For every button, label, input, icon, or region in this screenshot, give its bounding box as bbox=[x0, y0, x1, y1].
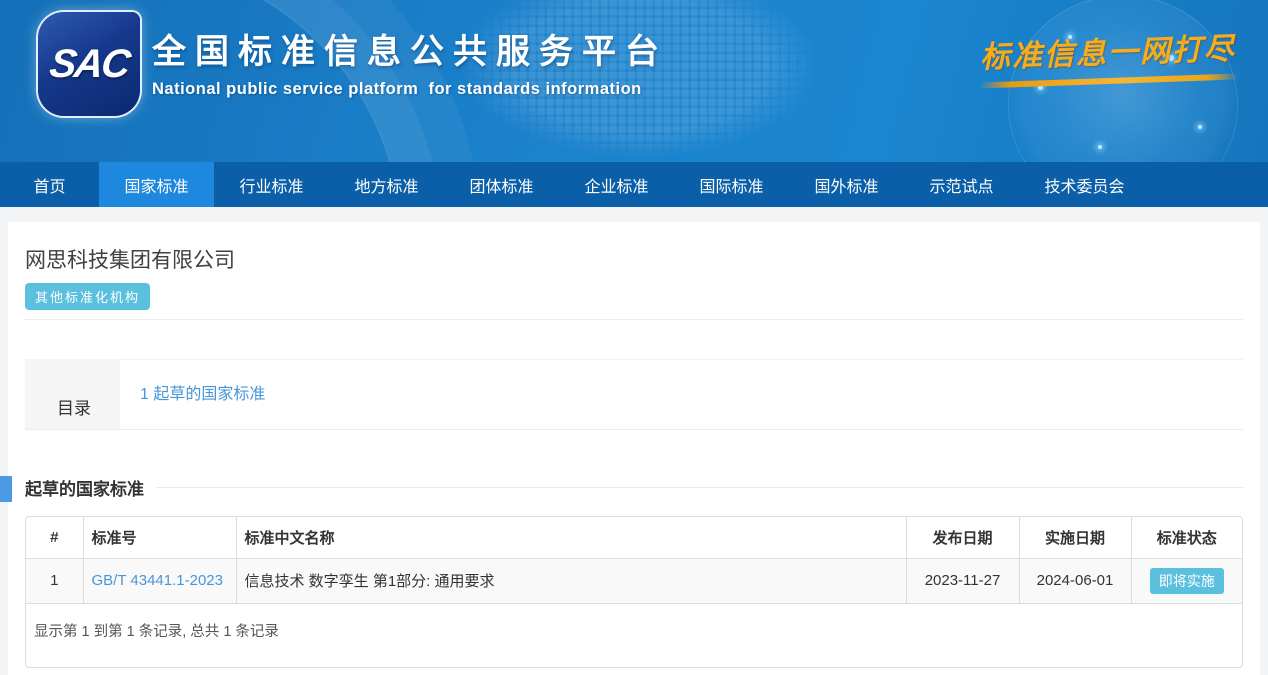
site-header: SAC 全国标准信息公共服务平台 National public service… bbox=[0, 0, 1268, 162]
cell-pub-date: 2023-11-27 bbox=[906, 558, 1019, 603]
col-header-impl-date: 实施日期 bbox=[1019, 517, 1131, 558]
nav-item-pilot-demo[interactable]: 示范试点 bbox=[904, 162, 1019, 207]
nav-item-home[interactable]: 首页 bbox=[0, 162, 99, 207]
section-title: 起草的国家标准 bbox=[25, 475, 144, 500]
col-header-index: # bbox=[26, 517, 83, 558]
cell-status: 即将实施 bbox=[1131, 558, 1242, 603]
org-name: 网思科技集团有限公司 bbox=[25, 244, 1243, 274]
std-no-link[interactable]: GB/T 43441.1-2023 bbox=[92, 572, 223, 589]
record-summary: 显示第 1 到第 1 条记录, 总共 1 条记录 bbox=[26, 604, 1242, 667]
nav-item-industry-standards[interactable]: 行业标准 bbox=[214, 162, 329, 207]
content-card: 网思科技集团有限公司 其他标准化机构 目录 1 起草的国家标准 起草的国家标准 bbox=[8, 222, 1260, 675]
toc-label: 目录 bbox=[25, 359, 120, 429]
nav-item-foreign-standards[interactable]: 国外标准 bbox=[789, 162, 904, 207]
cell-std-name: 信息技术 数字孪生 第1部分: 通用要求 bbox=[236, 558, 906, 603]
site-subtitle: National public service platform for sta… bbox=[152, 80, 668, 99]
col-header-name: 标准中文名称 bbox=[236, 517, 906, 558]
site-title-block: 全国标准信息公共服务平台 National public service pla… bbox=[152, 24, 668, 99]
nav-item-group-standards[interactable]: 团体标准 bbox=[444, 162, 559, 207]
section-rule bbox=[156, 487, 1243, 488]
standards-table: # 标准号 标准中文名称 发布日期 实施日期 标准状态 1 GB/T 43441… bbox=[26, 517, 1242, 604]
sac-logo-text: SAC bbox=[47, 42, 132, 87]
slogan-text: 标准信息一网打尽 bbox=[977, 23, 1238, 76]
site-title: 全国标准信息公共服务平台 bbox=[152, 24, 668, 73]
sac-logo[interactable]: SAC bbox=[38, 12, 140, 116]
divider bbox=[25, 319, 1243, 320]
col-header-status: 标准状态 bbox=[1131, 517, 1242, 558]
table-header-row: # 标准号 标准中文名称 发布日期 实施日期 标准状态 bbox=[26, 517, 1242, 558]
standards-table-container: # 标准号 标准中文名称 发布日期 实施日期 标准状态 1 GB/T 43441… bbox=[25, 516, 1243, 668]
status-badge: 即将实施 bbox=[1150, 568, 1224, 594]
nav-item-enterprise-standards[interactable]: 企业标准 bbox=[559, 162, 674, 207]
nav-item-national-standards[interactable]: 国家标准 bbox=[99, 162, 214, 207]
toc-body: 1 起草的国家标准 bbox=[120, 359, 1243, 429]
nav-item-international-standards[interactable]: 国际标准 bbox=[674, 162, 789, 207]
nav-item-local-standards[interactable]: 地方标准 bbox=[329, 162, 444, 207]
nav-item-technical-committee[interactable]: 技术委员会 bbox=[1019, 162, 1150, 207]
section-accent-bar bbox=[0, 476, 12, 502]
cell-std-no: GB/T 43441.1-2023 bbox=[83, 558, 236, 603]
org-type-badge: 其他标准化机构 bbox=[25, 283, 150, 310]
page: SAC 全国标准信息公共服务平台 National public service… bbox=[0, 0, 1268, 675]
toc-link-drafted-standards[interactable]: 1 起草的国家标准 bbox=[140, 386, 265, 403]
col-header-pub-date: 发布日期 bbox=[906, 517, 1019, 558]
table-row: 1 GB/T 43441.1-2023 信息技术 数字孪生 第1部分: 通用要求… bbox=[26, 558, 1242, 603]
toc-panel: 目录 1 起草的国家标准 bbox=[25, 359, 1243, 430]
header-slogan: 标准信息一网打尽 bbox=[977, 23, 1239, 88]
section-header: 起草的国家标准 bbox=[25, 475, 1243, 500]
cell-index: 1 bbox=[26, 558, 83, 603]
main-nav: 首页 国家标准 行业标准 地方标准 团体标准 企业标准 国际标准 国外标准 示范… bbox=[0, 162, 1268, 207]
col-header-std-no: 标准号 bbox=[83, 517, 236, 558]
cell-impl-date: 2024-06-01 bbox=[1019, 558, 1131, 603]
